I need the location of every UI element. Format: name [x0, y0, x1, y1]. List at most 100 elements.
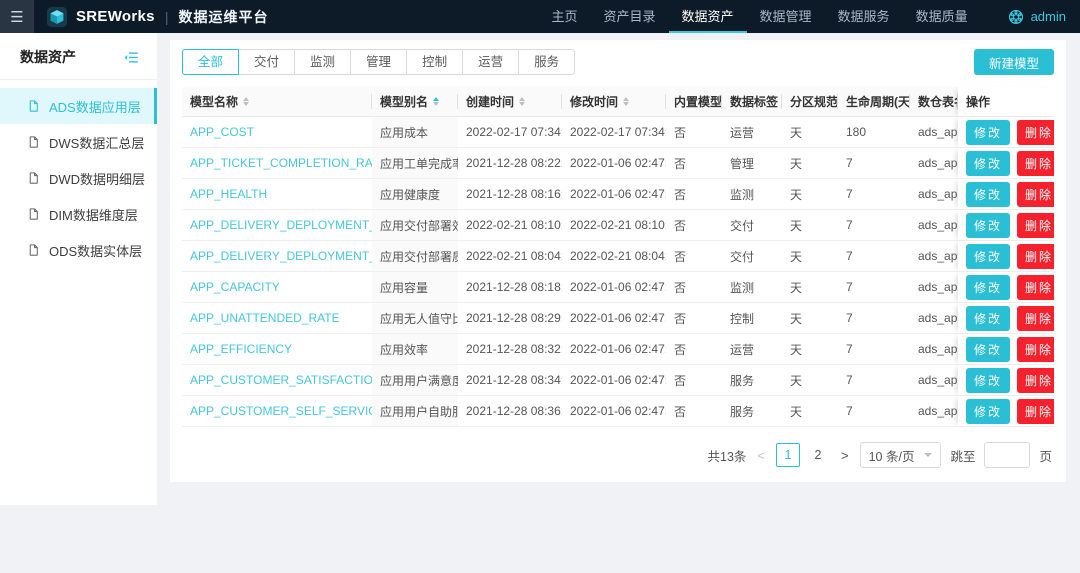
model-name-link[interactable]: APP_CUSTOMER_SATISFACTION: [190, 373, 372, 387]
cell-lifecycle: 7: [838, 272, 910, 303]
sort-icon[interactable]: [519, 97, 525, 106]
pagination-page-1[interactable]: 1: [776, 443, 800, 467]
delete-button[interactable]: 删除: [1017, 368, 1054, 393]
tab-1[interactable]: 交付: [238, 49, 295, 75]
sidebar-item-2[interactable]: DWD数据明细层: [0, 160, 157, 196]
tab-4[interactable]: 控制: [406, 49, 463, 75]
cell-lifecycle: 7: [838, 241, 910, 272]
page-jump-input[interactable]: [984, 442, 1030, 468]
cell-builtin: 否: [666, 272, 722, 303]
edit-button[interactable]: 修改: [966, 368, 1010, 393]
delete-button[interactable]: 删除: [1017, 151, 1054, 176]
sidebar-item-1[interactable]: DWS数据汇总层: [0, 124, 157, 160]
sidebar-item-0[interactable]: ADS数据应用层: [0, 88, 157, 124]
edit-button[interactable]: 修改: [966, 306, 1010, 331]
cell-modified: 2022-02-21 08:10:10: [562, 210, 666, 241]
sort-icon[interactable]: [433, 97, 439, 106]
topnav-item-2[interactable]: 数据资产: [669, 0, 747, 33]
edit-button[interactable]: 修改: [966, 399, 1010, 424]
edit-button[interactable]: 修改: [966, 337, 1010, 362]
brand-name: SREWorks: [76, 8, 155, 25]
cell-modified: 2022-01-06 02:47:14: [562, 303, 666, 334]
edit-button[interactable]: 修改: [966, 120, 1010, 145]
topnav-item-3[interactable]: 数据管理: [747, 0, 825, 33]
cell-tag: 服务: [722, 365, 782, 396]
pagination-next-button[interactable]: >: [839, 448, 851, 463]
page-suffix: 页: [1039, 446, 1052, 465]
column-header-warehouse: 数仓表名: [910, 87, 958, 117]
pagination-prev-button[interactable]: <: [755, 448, 767, 463]
model-name-link[interactable]: APP_DELIVERY_DEPLOYMENT_QUALITY: [190, 249, 372, 263]
cell-tag: 运营: [722, 117, 782, 148]
platform-title: 数据运维平台: [178, 7, 268, 27]
edit-button[interactable]: 修改: [966, 244, 1010, 269]
cell-modified: 2022-01-06 02:47:14: [562, 396, 666, 427]
cell-modified: 2022-02-17 07:34:32: [562, 117, 666, 148]
model-name-link[interactable]: APP_COST: [190, 125, 254, 139]
hamburger-menu-icon[interactable]: ☰: [0, 0, 34, 33]
sort-icon[interactable]: [243, 97, 249, 106]
model-name-link[interactable]: APP_DELIVERY_DEPLOYMENT_EFFICIENCY: [190, 218, 372, 232]
topnav-item-1[interactable]: 资产目录: [591, 0, 669, 33]
delete-button[interactable]: 删除: [1017, 337, 1054, 362]
cell-model-name: APP_COST: [182, 117, 372, 148]
cell-created: 2021-12-28 08:22:50: [458, 148, 562, 179]
topnav-item-4[interactable]: 数据服务: [825, 0, 903, 33]
page-size-select[interactable]: 10 条/页: [860, 442, 942, 468]
topbar: ☰ SREWorks | 数据运维平台 主页资产目录数据资产数据管理数据服务数据…: [0, 0, 1080, 33]
cell-warehouse: ads_app: [910, 179, 958, 210]
tab-2[interactable]: 监测: [294, 49, 351, 75]
jump-label: 跳至: [950, 446, 975, 465]
delete-button[interactable]: 删除: [1017, 244, 1054, 269]
pagination-page-2[interactable]: 2: [806, 443, 830, 467]
column-header-tag[interactable]: 数据标签: [722, 87, 782, 117]
tab-0[interactable]: 全部: [182, 49, 239, 75]
column-header-modified[interactable]: 修改时间: [562, 87, 666, 117]
delete-button[interactable]: 删除: [1017, 275, 1054, 300]
edit-button[interactable]: 修改: [966, 182, 1010, 207]
edit-button[interactable]: 修改: [966, 151, 1010, 176]
table-row: APP_COST应用成本2022-02-17 07:34:322022-02-1…: [182, 117, 1054, 148]
column-header-partition[interactable]: 分区规范: [782, 87, 838, 117]
cell-modified: 2022-01-06 02:47:14: [562, 272, 666, 303]
new-model-button[interactable]: 新建模型: [974, 49, 1054, 75]
tab-6[interactable]: 服务: [518, 49, 575, 75]
edit-button[interactable]: 修改: [966, 275, 1010, 300]
topnav-item-0[interactable]: 主页: [538, 0, 590, 33]
model-name-link[interactable]: APP_UNATTENDED_RATE: [190, 311, 340, 325]
column-header-alias[interactable]: 模型别名: [372, 87, 458, 117]
sidebar-item-3[interactable]: DIM数据维度层: [0, 196, 157, 232]
tab-3[interactable]: 管理: [350, 49, 407, 75]
cell-builtin: 否: [666, 148, 722, 179]
edit-button[interactable]: 修改: [966, 213, 1010, 238]
cell-actions: 修改删除: [958, 241, 1054, 272]
top-navigation: 主页资产目录数据资产数据管理数据服务数据质量: [538, 0, 980, 33]
delete-button[interactable]: 删除: [1017, 306, 1054, 331]
sidebar-item-4[interactable]: ODS数据实体层: [0, 232, 157, 268]
cell-tag: 控制: [722, 303, 782, 334]
model-name-link[interactable]: APP_EFFICIENCY: [190, 342, 292, 356]
cell-created: 2021-12-28 08:16:47: [458, 179, 562, 210]
delete-button[interactable]: 删除: [1017, 399, 1054, 424]
delete-button[interactable]: 删除: [1017, 120, 1054, 145]
table-row: APP_DELIVERY_DEPLOYMENT_QUALITY应用交付部署质量2…: [182, 241, 1054, 272]
column-header-lifecycle[interactable]: 生命周期(天): [838, 87, 910, 117]
model-name-link[interactable]: APP_HEALTH: [190, 187, 267, 201]
user-menu[interactable]: admin: [1007, 8, 1066, 26]
pagination: 共13条 < 12 > 10 条/页 跳至 页: [182, 442, 1054, 468]
cell-alias: 应用工单完成率: [372, 148, 458, 179]
cell-lifecycle: 7: [838, 179, 910, 210]
cell-model-name: APP_DELIVERY_DEPLOYMENT_EFFICIENCY: [182, 210, 372, 241]
column-header-created[interactable]: 创建时间: [458, 87, 562, 117]
delete-button[interactable]: 删除: [1017, 213, 1054, 238]
column-header-builtin[interactable]: 内置模型: [666, 87, 722, 117]
column-header-name[interactable]: 模型名称: [182, 87, 372, 117]
menu-fold-icon[interactable]: [124, 50, 139, 65]
topnav-item-5[interactable]: 数据质量: [903, 0, 981, 33]
model-name-link[interactable]: APP_CAPACITY: [190, 280, 280, 294]
delete-button[interactable]: 删除: [1017, 182, 1054, 207]
tab-5[interactable]: 运营: [462, 49, 519, 75]
sort-icon[interactable]: [623, 97, 629, 106]
model-name-link[interactable]: APP_TICKET_COMPLETION_RATE: [190, 156, 372, 170]
model-name-link[interactable]: APP_CUSTOMER_SELF_SERVICE_RATE: [190, 404, 372, 418]
